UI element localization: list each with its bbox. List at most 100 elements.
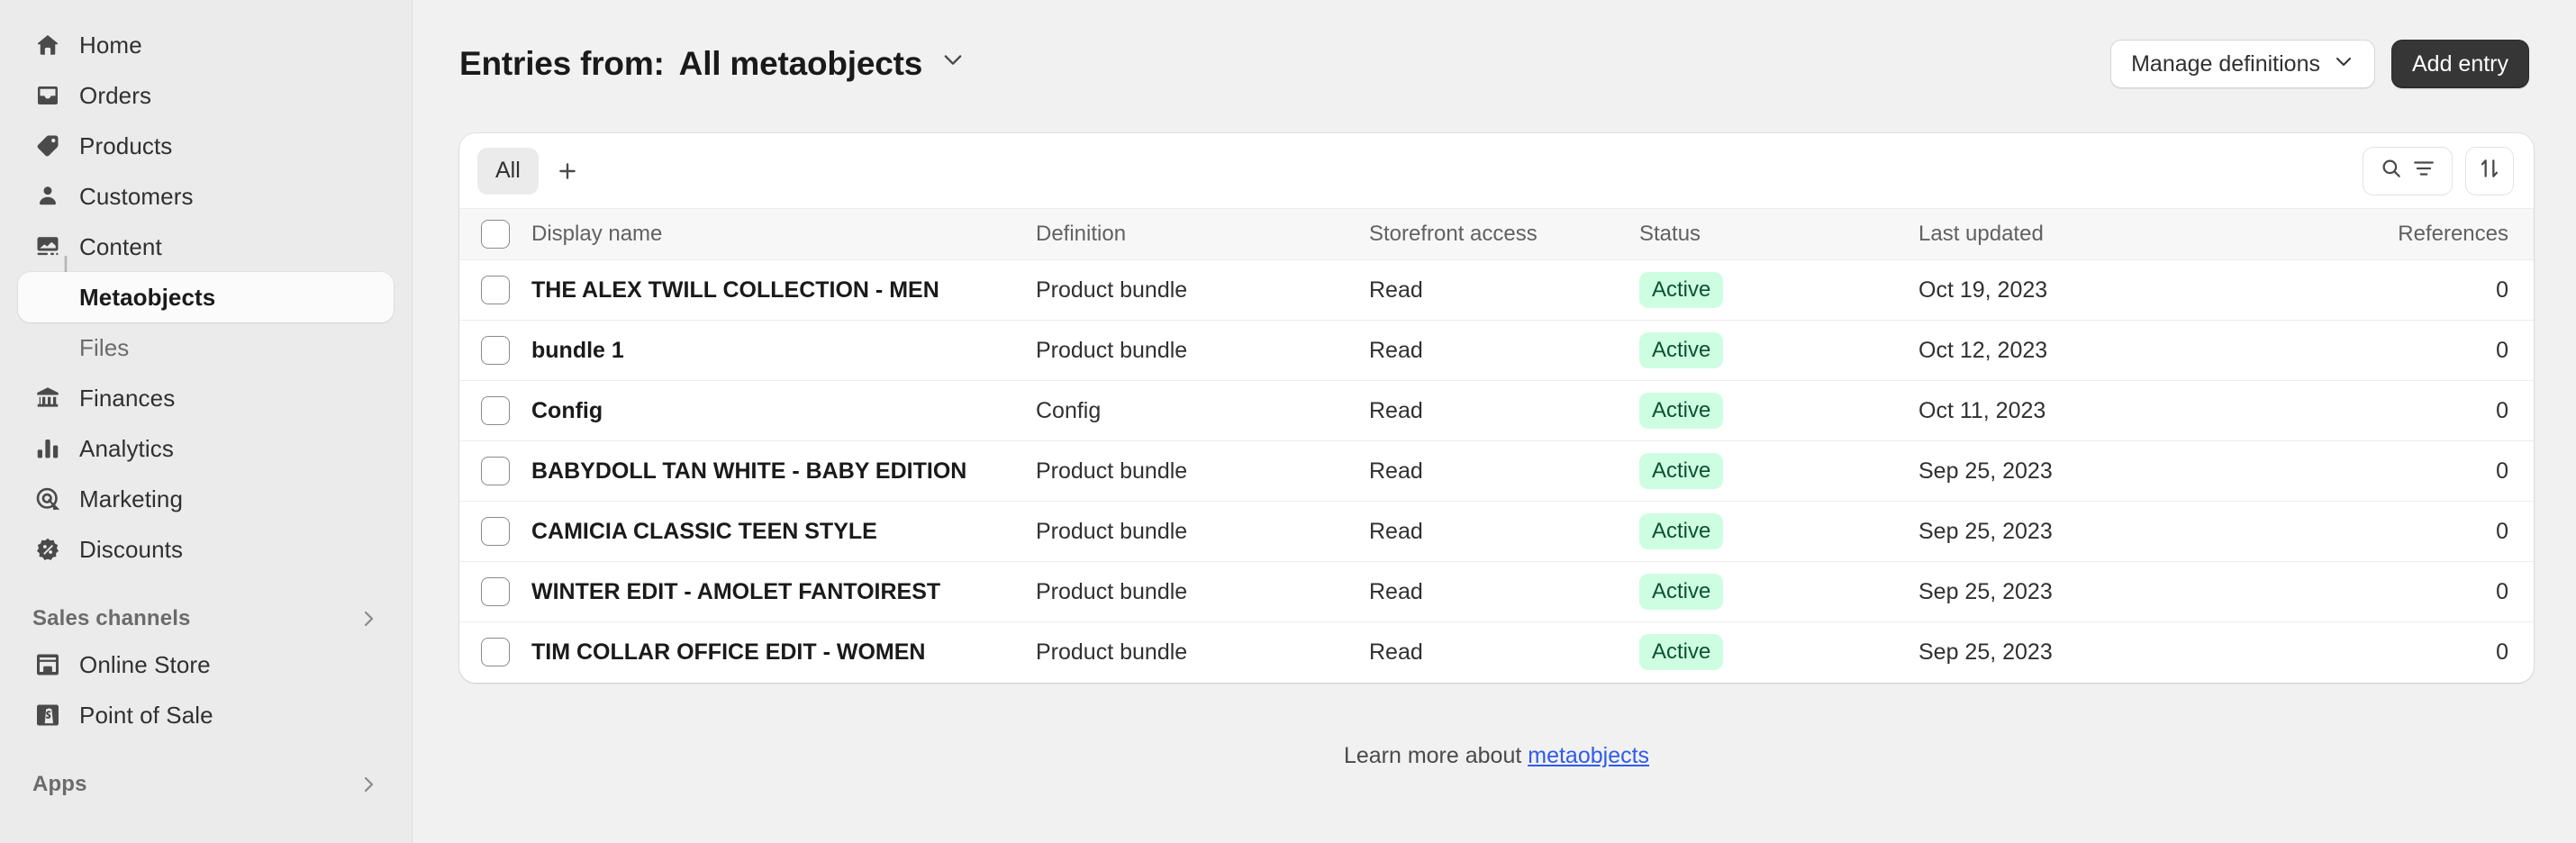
table-row[interactable]: THE ALEX TWILL COLLECTION - MEN Product … (459, 260, 2534, 321)
row-select-cell (459, 441, 531, 502)
table-row[interactable]: BABYDOLL TAN WHITE - BABY EDITION Produc… (459, 441, 2534, 502)
cell-references: 0 (2496, 519, 2508, 544)
point-of-sale-icon (32, 700, 63, 730)
sidebar-item-label: Customers (79, 183, 194, 211)
chevron-down-icon (2333, 50, 2354, 78)
row-checkbox[interactable] (481, 336, 510, 365)
status-badge: Active (1639, 634, 1723, 670)
sidebar-item-home[interactable]: Home (18, 20, 394, 70)
cell-display-name[interactable]: WINTER EDIT - AMOLET FANTOIREST (531, 579, 940, 604)
row-select-cell (459, 260, 531, 321)
sidebar-item-finances[interactable]: Finances (18, 373, 394, 423)
sidebar-item-label: Analytics (79, 435, 174, 463)
sidebar-item-label: Content (79, 233, 162, 261)
sidebar-item-customers[interactable]: Customers (18, 171, 394, 222)
home-icon (32, 30, 63, 60)
sidebar-item-label: Files (79, 334, 129, 362)
product-tag-icon (32, 131, 63, 161)
cell-last-updated: Sep 25, 2023 (1918, 579, 2053, 604)
table-row[interactable]: TIM COLLAR OFFICE EDIT - WOMEN Product b… (459, 622, 2534, 683)
sidebar-item-content[interactable]: Content (18, 222, 394, 272)
page-title-prefix: Entries from: (459, 45, 665, 83)
header-actions: Manage definitions Add entry (2110, 40, 2529, 88)
cell-display-name[interactable]: Config (531, 398, 603, 423)
table-body: THE ALEX TWILL COLLECTION - MEN Product … (459, 260, 2534, 683)
row-checkbox[interactable] (481, 577, 510, 606)
chevron-right-icon (358, 774, 379, 795)
chevron-down-icon[interactable] (940, 47, 966, 72)
sidebar-item-products[interactable]: Products (18, 121, 394, 171)
cell-display-name[interactable]: BABYDOLL TAN WHITE - BABY EDITION (531, 458, 966, 484)
row-select-cell (459, 502, 531, 562)
column-status[interactable]: Status (1639, 209, 1918, 260)
add-view-button[interactable] (544, 148, 591, 195)
manage-definitions-label: Manage definitions (2131, 51, 2320, 77)
cell-storefront-access: Read (1369, 277, 1423, 303)
customer-person-icon (32, 181, 63, 212)
cell-definition: Product bundle (1036, 519, 1187, 544)
sidebar-item-files[interactable]: Files (18, 322, 394, 373)
column-references[interactable]: References (2297, 209, 2534, 260)
footnote-text: Learn more about (1344, 743, 1521, 768)
select-all-checkbox[interactable] (481, 220, 510, 249)
page-title-value[interactable]: All metaobjects (679, 45, 922, 83)
cell-definition: Product bundle (1036, 458, 1187, 484)
column-definition[interactable]: Definition (1036, 209, 1369, 260)
search-and-filter-button[interactable] (2363, 147, 2453, 195)
page-header: Entries from: All metaobjects Manage def… (413, 0, 2576, 94)
sidebar: Home Orders Products Customers (0, 0, 413, 843)
row-checkbox[interactable] (481, 638, 510, 666)
column-display-name[interactable]: Display name (531, 209, 1036, 260)
row-checkbox[interactable] (481, 396, 510, 425)
toolbar-right (2363, 147, 2514, 195)
filter-lines-icon (2412, 157, 2435, 185)
content-image-icon (32, 231, 63, 262)
sidebar-section-apps[interactable]: Apps (18, 764, 394, 805)
tab-all[interactable]: All (477, 148, 539, 195)
cell-storefront-access: Read (1369, 639, 1423, 665)
cell-definition: Product bundle (1036, 639, 1187, 665)
cell-storefront-access: Read (1369, 458, 1423, 484)
sidebar-item-point-of-sale[interactable]: Point of Sale (18, 690, 394, 740)
sidebar-item-label: Marketing (79, 485, 183, 513)
cell-display-name[interactable]: TIM COLLAR OFFICE EDIT - WOMEN (531, 639, 925, 665)
manage-definitions-button[interactable]: Manage definitions (2110, 40, 2375, 88)
metaobjects-link[interactable]: metaobjects (1528, 743, 1649, 768)
search-icon (2380, 157, 2403, 185)
sidebar-item-label: Home (79, 32, 142, 59)
cell-storefront-access: Read (1369, 579, 1423, 604)
main-content: Entries from: All metaobjects Manage def… (413, 0, 2576, 843)
sidebar-item-label: Discounts (79, 536, 183, 564)
cell-definition: Product bundle (1036, 338, 1187, 363)
column-storefront-access[interactable]: Storefront access (1369, 209, 1639, 260)
status-badge: Active (1639, 453, 1723, 489)
sidebar-item-online-store[interactable]: Online Store (18, 639, 394, 690)
sidebar-section-sales-channels[interactable]: Sales channels (18, 598, 394, 639)
tab-label: All (495, 158, 521, 184)
row-checkbox[interactable] (481, 517, 510, 546)
row-checkbox[interactable] (481, 457, 510, 485)
entries-card: All (459, 133, 2534, 683)
sidebar-item-metaobjects[interactable]: Metaobjects (18, 272, 394, 322)
add-entry-button[interactable]: Add entry (2391, 40, 2529, 88)
online-store-icon (32, 649, 63, 680)
table-row[interactable]: Config Config Read Active Oct 11, 2023 0 (459, 381, 2534, 441)
sidebar-item-marketing[interactable]: Marketing (18, 474, 394, 524)
cell-display-name[interactable]: THE ALEX TWILL COLLECTION - MEN (531, 277, 939, 303)
sidebar-item-analytics[interactable]: Analytics (18, 423, 394, 474)
cell-last-updated: Oct 11, 2023 (1918, 398, 2045, 423)
row-checkbox[interactable] (481, 276, 510, 304)
table-row[interactable]: bundle 1 Product bundle Read Active Oct … (459, 321, 2534, 381)
sort-arrows-icon (2478, 157, 2501, 185)
cell-last-updated: Sep 25, 2023 (1918, 639, 2053, 665)
sidebar-subnav: Metaobjects Files (0, 272, 412, 373)
column-last-updated[interactable]: Last updated (1918, 209, 2297, 260)
marketing-target-icon (32, 484, 63, 514)
table-row[interactable]: WINTER EDIT - AMOLET FANTOIREST Product … (459, 562, 2534, 622)
sidebar-item-orders[interactable]: Orders (18, 70, 394, 121)
sidebar-item-discounts[interactable]: Discounts (18, 524, 394, 575)
cell-display-name[interactable]: bundle 1 (531, 338, 624, 363)
cell-display-name[interactable]: CAMICIA CLASSIC TEEN STYLE (531, 519, 877, 544)
sort-button[interactable] (2465, 147, 2514, 195)
table-row[interactable]: CAMICIA CLASSIC TEEN STYLE Product bundl… (459, 502, 2534, 562)
